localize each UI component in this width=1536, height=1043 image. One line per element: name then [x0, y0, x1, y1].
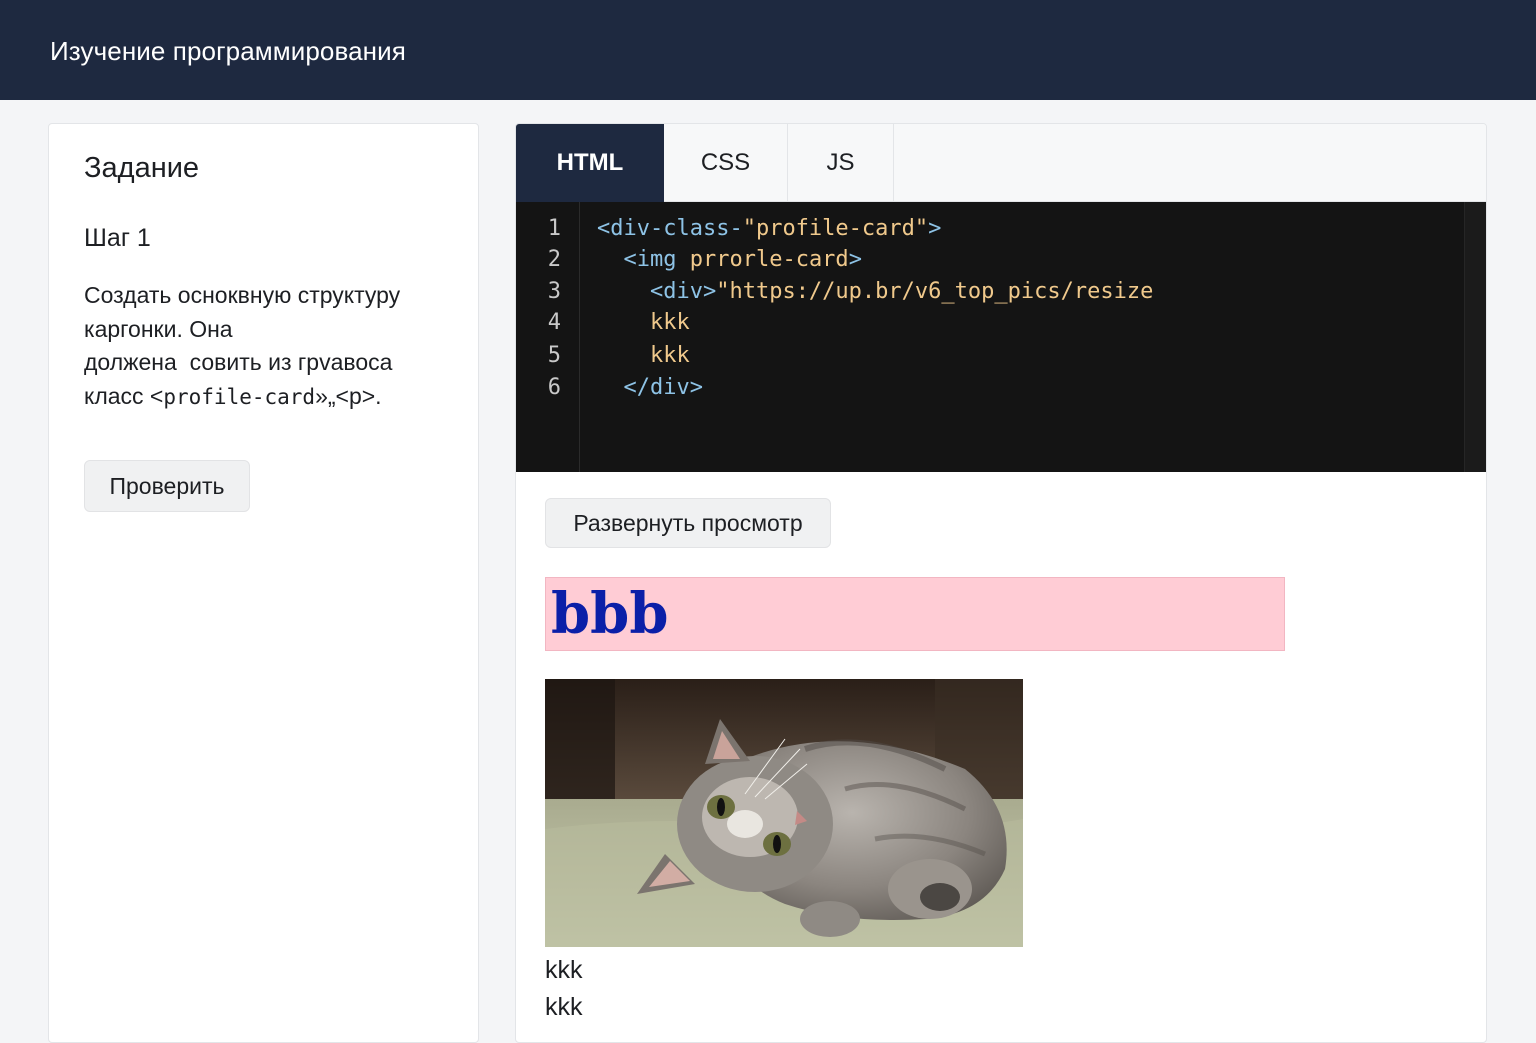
code-editor[interactable]: 1 2 3 4 5 6 <div-class-"profile-card"> <… [516, 202, 1486, 472]
preview-heading: bbb [551, 581, 669, 647]
preview-text: kkk [545, 956, 583, 984]
task-inline-code: profile-card [163, 384, 316, 409]
cat-photo [545, 679, 1023, 947]
task-panel: Задание Шаг 1 Создать осноквную структур… [48, 123, 479, 1043]
code-line: </div> [597, 375, 703, 400]
task-line-text: должена совить из грvавоса [84, 349, 393, 375]
line-number: 4 [547, 310, 561, 335]
code-tag: > [848, 247, 862, 272]
task-line: Создать осноквную структуру [84, 279, 464, 313]
tab-html[interactable]: HTML [516, 124, 664, 202]
top-bar: Изучение программирования [0, 0, 1536, 100]
line-number: 5 [547, 343, 561, 368]
task-line: каргонки. Она [84, 313, 464, 347]
code-tag: <div> [649, 279, 717, 304]
editor-tabs: HTML CSS JS [516, 124, 1486, 202]
step-title: Шаг 1 [84, 224, 151, 252]
line-number: 1 [547, 216, 561, 241]
code-string: "https://up.br/v6_top_pics/resize [716, 279, 1154, 304]
task-line-text: Создать осноквную структуру [84, 282, 401, 308]
code-tag: <img [623, 247, 690, 272]
line-number-gutter: 1 2 3 4 5 6 [516, 202, 580, 472]
task-line-text: класс < [84, 382, 164, 409]
code-line: kkk [597, 343, 690, 368]
app-title: Изучение программирования [50, 36, 406, 66]
task-line-text: каргонки. Она [84, 315, 233, 342]
code-string: "profile-card" [742, 216, 929, 241]
task-description: Создать осноквную структуру каргонки. Он… [84, 279, 464, 414]
code-tag: </div> [623, 375, 703, 400]
check-button[interactable]: Проверить [84, 460, 250, 512]
code-line: <img prrorle-card> [597, 247, 862, 272]
expand-preview-button[interactable]: Развернуть просмотр [545, 498, 831, 548]
line-number: 2 [547, 247, 561, 272]
code-line: <div-class-"profile-card"> [597, 216, 941, 241]
code-text: kkk [649, 343, 690, 368]
task-line: класс <profile-card»„<p>. [84, 380, 464, 415]
line-number: 6 [547, 375, 561, 400]
line-number: 3 [547, 279, 561, 304]
task-heading: Задание [84, 152, 200, 184]
editor-panel: HTML CSS JS 1 2 3 4 5 6 <div-class-"prof… [515, 123, 1487, 1043]
code-line: kkk [597, 310, 690, 335]
code-tag: > [928, 216, 942, 241]
preview-heading-box: bbb [545, 577, 1285, 651]
code-tag: <div-class- [597, 216, 743, 241]
tab-js[interactable]: JS [788, 124, 894, 202]
editor-scrollbar[interactable] [1464, 202, 1486, 472]
code-line: <div>"https://up.br/v6_top_pics/resize [597, 279, 1153, 304]
code-string: prrorle-card [689, 247, 849, 272]
task-line-text: »„<p>. [315, 382, 382, 409]
code-text: kkk [649, 310, 690, 335]
task-line: должена совить из грvавоса [84, 346, 464, 380]
tab-css[interactable]: CSS [664, 124, 788, 202]
preview-text: kkk [545, 993, 583, 1021]
